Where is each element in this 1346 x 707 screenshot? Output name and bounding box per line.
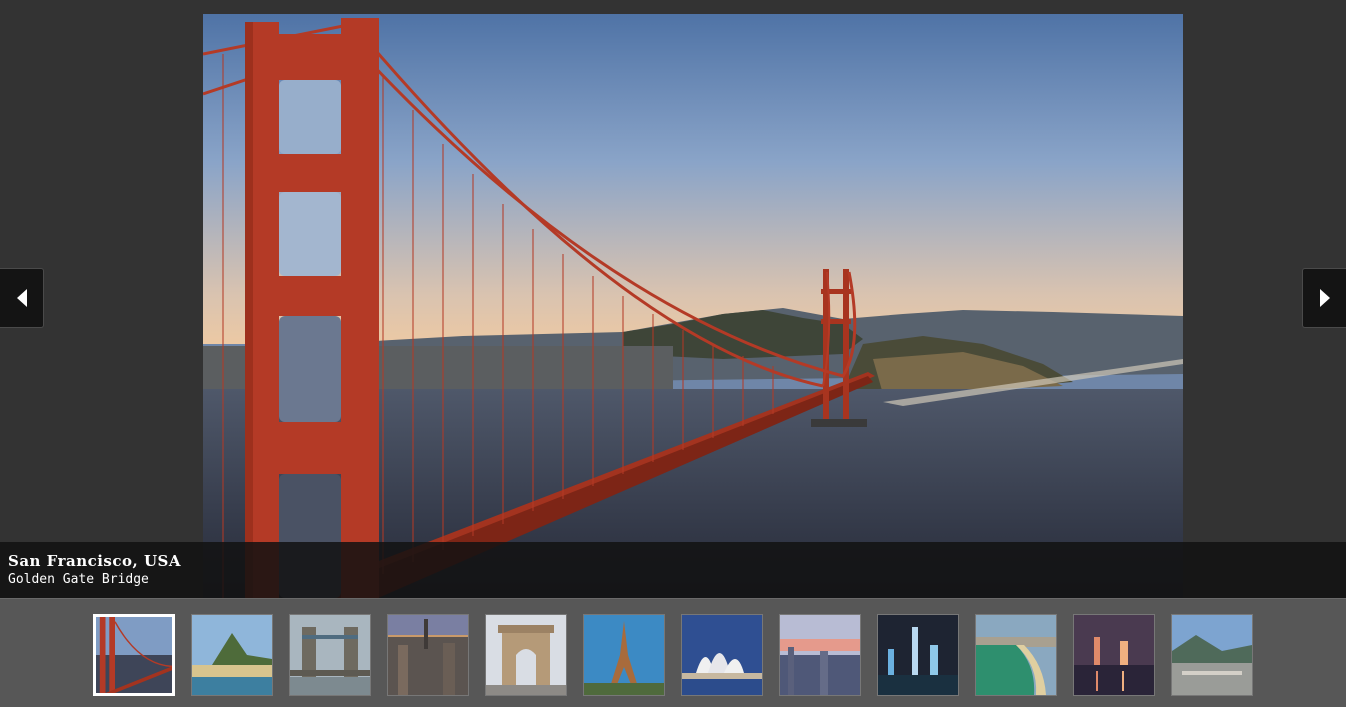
thumbnail-image (192, 615, 272, 695)
thumbnail-new-york-skyline[interactable] (387, 614, 469, 696)
thumbnail-india-gate[interactable] (485, 614, 567, 696)
triangle-right-icon (1319, 289, 1330, 307)
thumbnail-harbor-city[interactable] (1171, 614, 1253, 696)
thumbnail-rio-sugarloaf[interactable] (191, 614, 273, 696)
caption-subtitle: Golden Gate Bridge (8, 572, 149, 587)
viewer-stage: San Francisco, USA Golden Gate Bridge (0, 0, 1346, 598)
main-photo (203, 14, 1183, 598)
thumbnail-image (388, 615, 468, 695)
thumbnail-night-skyline-reflection[interactable] (1073, 614, 1155, 696)
thumbnail-eiffel-tower[interactable] (583, 614, 665, 696)
triangle-left-icon (16, 289, 27, 307)
thumbnail-image (1172, 615, 1252, 695)
thumbnail-coastal-beach-city[interactable] (975, 614, 1057, 696)
thumbnail-sydney-opera-house[interactable] (681, 614, 763, 696)
thumbnail-image (682, 615, 762, 695)
caption-title: San Francisco, USA (8, 552, 182, 570)
golden-gate-photo (203, 14, 1183, 598)
photo-caption: San Francisco, USA Golden Gate Bridge (0, 542, 1346, 598)
thumbnail-strip (0, 598, 1346, 707)
next-button[interactable] (1302, 268, 1346, 328)
thumbnail-tower-bridge[interactable] (289, 614, 371, 696)
thumbnail-image (1074, 615, 1154, 695)
thumbnail-list (93, 614, 1253, 696)
thumbnail-image (96, 617, 172, 693)
thumbnail-image (290, 615, 370, 695)
thumbnail-image (976, 615, 1056, 695)
thumbnail-image (584, 615, 664, 695)
thumbnail-city-dusk[interactable] (779, 614, 861, 696)
thumbnail-image (878, 615, 958, 695)
thumbnail-hong-kong-night[interactable] (877, 614, 959, 696)
previous-button[interactable] (0, 268, 44, 328)
thumbnail-image (486, 615, 566, 695)
thumbnail-image (780, 615, 860, 695)
thumbnail-golden-gate-bridge[interactable] (93, 614, 175, 696)
